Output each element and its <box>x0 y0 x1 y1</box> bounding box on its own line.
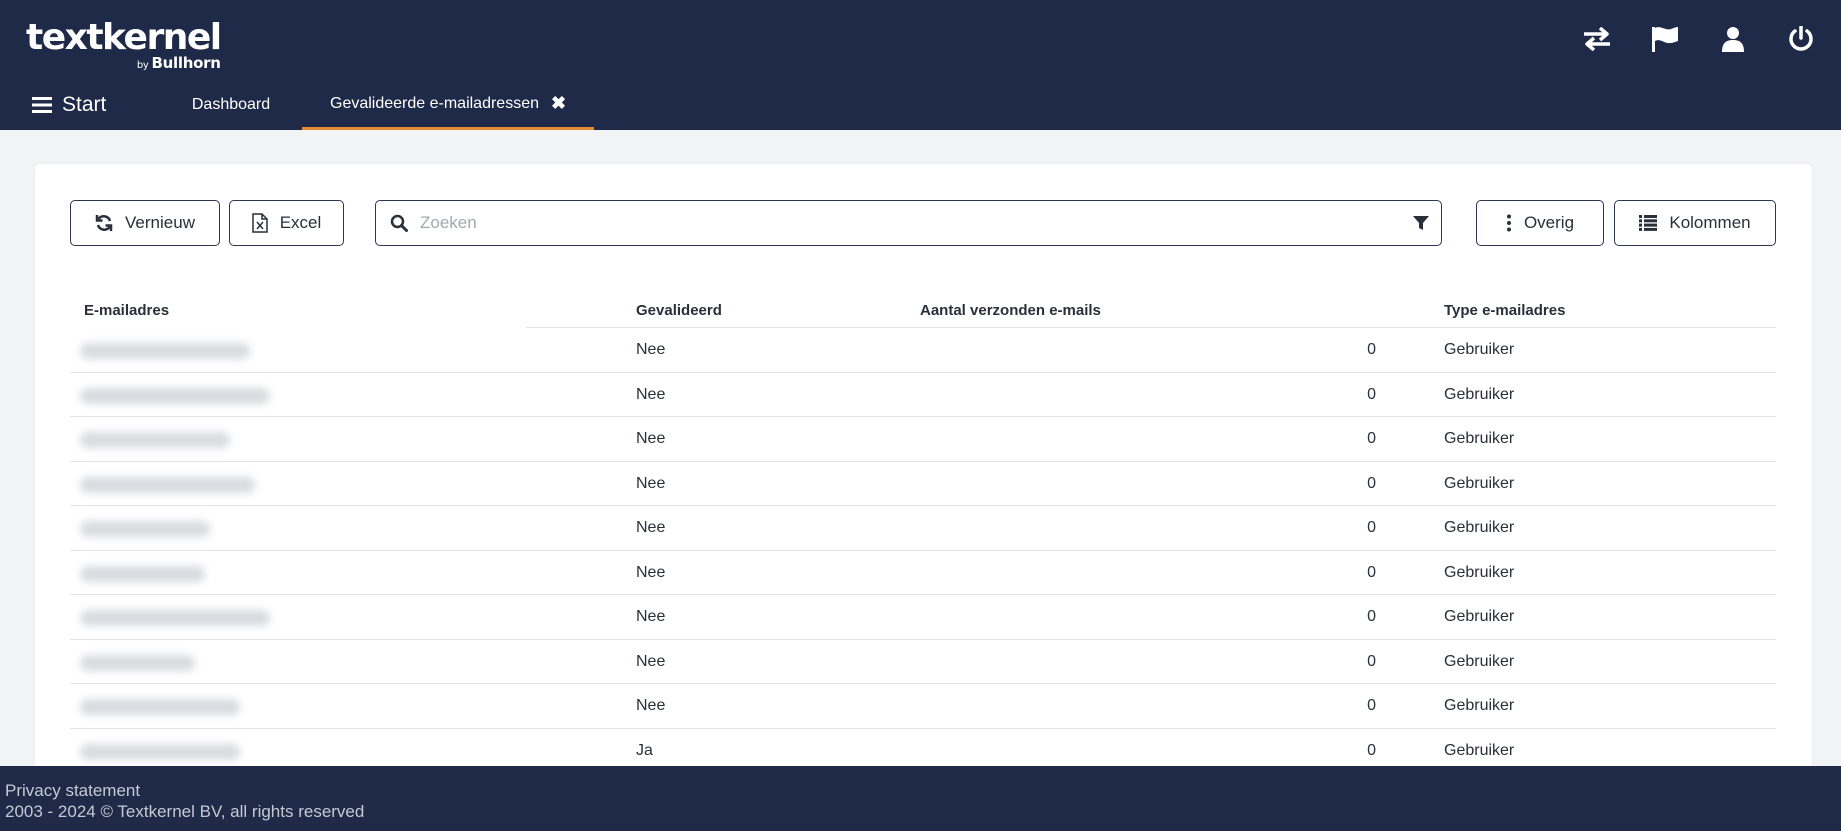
more-button[interactable]: Overig <box>1476 200 1604 246</box>
hamburger-icon <box>32 97 52 113</box>
email-type-cell: Gebruiker <box>1444 519 1515 536</box>
validated-cell: Nee <box>636 474 666 492</box>
column-header-email-type[interactable]: Type e-mailadres <box>1444 302 1565 319</box>
email-type-cell: Gebruiker <box>1444 563 1515 581</box>
start-label: Start <box>62 93 107 116</box>
validated-cell: Nee <box>636 385 666 403</box>
email-type-cell: Gebruiker <box>1444 385 1515 403</box>
columns-button[interactable]: Kolommen <box>1614 200 1776 246</box>
validated-cell: Nee <box>636 652 666 670</box>
tab-validated-emails-label: Gevalideerde e-mailadressen <box>330 94 539 112</box>
columns-label: Kolommen <box>1669 213 1751 232</box>
redacted-email <box>80 387 270 404</box>
email-type-cell: Gebruiker <box>1444 341 1515 358</box>
validated-cell: Nee <box>636 341 666 358</box>
search-input[interactable] <box>420 213 1413 233</box>
flag-icon[interactable] <box>1631 18 1699 60</box>
table-row[interactable]: Nee 0 Gebruiker <box>70 551 1776 595</box>
filter-icon[interactable] <box>1413 215 1429 231</box>
redacted-email <box>80 476 255 493</box>
refresh-label: Vernieuw <box>125 213 195 232</box>
main-content: Vernieuw Excel Overig Kolommen E-mailadr… <box>0 130 1841 784</box>
sent-count-cell: 0 <box>1367 741 1376 759</box>
sent-count-cell: 0 <box>1367 474 1376 492</box>
sent-count-cell: 0 <box>1367 385 1376 403</box>
logo-wordmark: textkernel <box>26 17 222 58</box>
more-label: Overig <box>1523 213 1575 232</box>
column-header-email[interactable]: E-mailadres <box>84 302 169 319</box>
tab-dashboard[interactable]: Dashboard <box>160 80 302 130</box>
validated-cell: Ja <box>636 741 653 759</box>
textkernel-logo[interactable]: textkernel by Bullhorn <box>26 17 222 73</box>
table-body: Nee 0 Gebruiker Nee 0 Gebruiker Nee 0 Gebruiker N… <box>70 328 1776 773</box>
sent-count-cell: 0 <box>1367 341 1376 358</box>
main-nav: Start Dashboard Gevalideerde e-mailadres… <box>0 80 595 130</box>
excel-button[interactable]: Excel <box>229 200 344 246</box>
table-row[interactable]: Nee 0 Gebruiker <box>70 506 1776 551</box>
redacted-email <box>80 432 230 448</box>
content-card: Vernieuw Excel Overig Kolommen E-mailadr… <box>35 164 1812 784</box>
close-tab-icon[interactable]: ✖ <box>551 93 566 114</box>
top-header: textkernel by Bullhorn Start Dashboard Ge… <box>0 0 1841 130</box>
validated-cell: Nee <box>636 608 666 625</box>
search-icon <box>390 214 408 232</box>
sent-count-cell: 0 <box>1367 430 1376 447</box>
sent-count-cell: 0 <box>1367 519 1376 536</box>
email-type-cell: Gebruiker <box>1444 652 1515 670</box>
redacted-email <box>80 343 250 359</box>
redacted-email <box>80 654 195 671</box>
table-row[interactable]: Nee 0 Gebruiker <box>70 640 1776 684</box>
list-icon <box>1639 215 1658 231</box>
validated-cell: Nee <box>636 563 666 581</box>
email-type-cell: Gebruiker <box>1444 430 1515 447</box>
table-header: E-mailadres Gevalideerd Aantal verzonden… <box>70 292 1776 328</box>
refresh-button[interactable]: Vernieuw <box>70 200 220 246</box>
email-type-cell: Gebruiker <box>1444 697 1515 714</box>
validated-cell: Nee <box>636 697 666 714</box>
column-header-validated[interactable]: Gevalideerd <box>636 302 722 319</box>
header-actions <box>1563 18 1835 60</box>
tab-validated-emails[interactable]: Gevalideerde e-mailadressen ✖ <box>302 80 595 130</box>
logo-by: by <box>136 60 149 71</box>
tab-dashboard-label: Dashboard <box>191 96 271 113</box>
excel-label: Excel <box>279 213 322 232</box>
validated-cell: Nee <box>636 519 666 536</box>
table-row[interactable]: Nee 0 Gebruiker <box>70 328 1776 373</box>
email-type-cell: Gebruiker <box>1444 741 1515 759</box>
privacy-statement-link[interactable]: Privacy statement <box>5 780 1841 801</box>
column-header-sent-count[interactable]: Aantal verzonden e-mails <box>920 302 1101 319</box>
search-bar <box>375 200 1442 246</box>
email-type-cell: Gebruiker <box>1444 474 1515 492</box>
redacted-email <box>80 565 205 582</box>
redacted-email <box>80 610 270 626</box>
table-row[interactable]: Nee 0 Gebruiker <box>70 595 1776 640</box>
copyright-text: 2003 - 2024 © Textkernel BV, all rights … <box>5 802 365 821</box>
redacted-email <box>80 521 210 537</box>
table-row[interactable]: Nee 0 Gebruiker <box>70 684 1776 729</box>
validated-cell: Nee <box>636 430 666 447</box>
table-row[interactable]: Nee 0 Gebruiker <box>70 417 1776 462</box>
vertical-dots-icon <box>1506 214 1511 232</box>
table-row[interactable]: Nee 0 Gebruiker <box>70 462 1776 506</box>
sent-count-cell: 0 <box>1367 697 1376 714</box>
table-row[interactable]: Nee 0 Gebruiker <box>70 373 1776 417</box>
sent-count-cell: 0 <box>1367 608 1376 625</box>
footer: Privacy statement 2003 - 2024 © Textkern… <box>0 766 1841 831</box>
logo-subtitle: by Bullhorn <box>137 54 221 72</box>
power-icon[interactable] <box>1767 18 1835 60</box>
sent-count-cell: 0 <box>1367 563 1376 581</box>
logo-bullhorn: Bullhorn <box>151 54 221 72</box>
start-menu-button[interactable]: Start <box>0 80 160 130</box>
swap-icon[interactable] <box>1563 18 1631 60</box>
excel-file-icon <box>251 213 268 233</box>
redacted-email <box>80 743 240 760</box>
sent-count-cell: 0 <box>1367 652 1376 670</box>
user-icon[interactable] <box>1699 18 1767 60</box>
refresh-icon <box>95 215 113 231</box>
email-type-cell: Gebruiker <box>1444 608 1515 625</box>
redacted-email <box>80 699 240 715</box>
